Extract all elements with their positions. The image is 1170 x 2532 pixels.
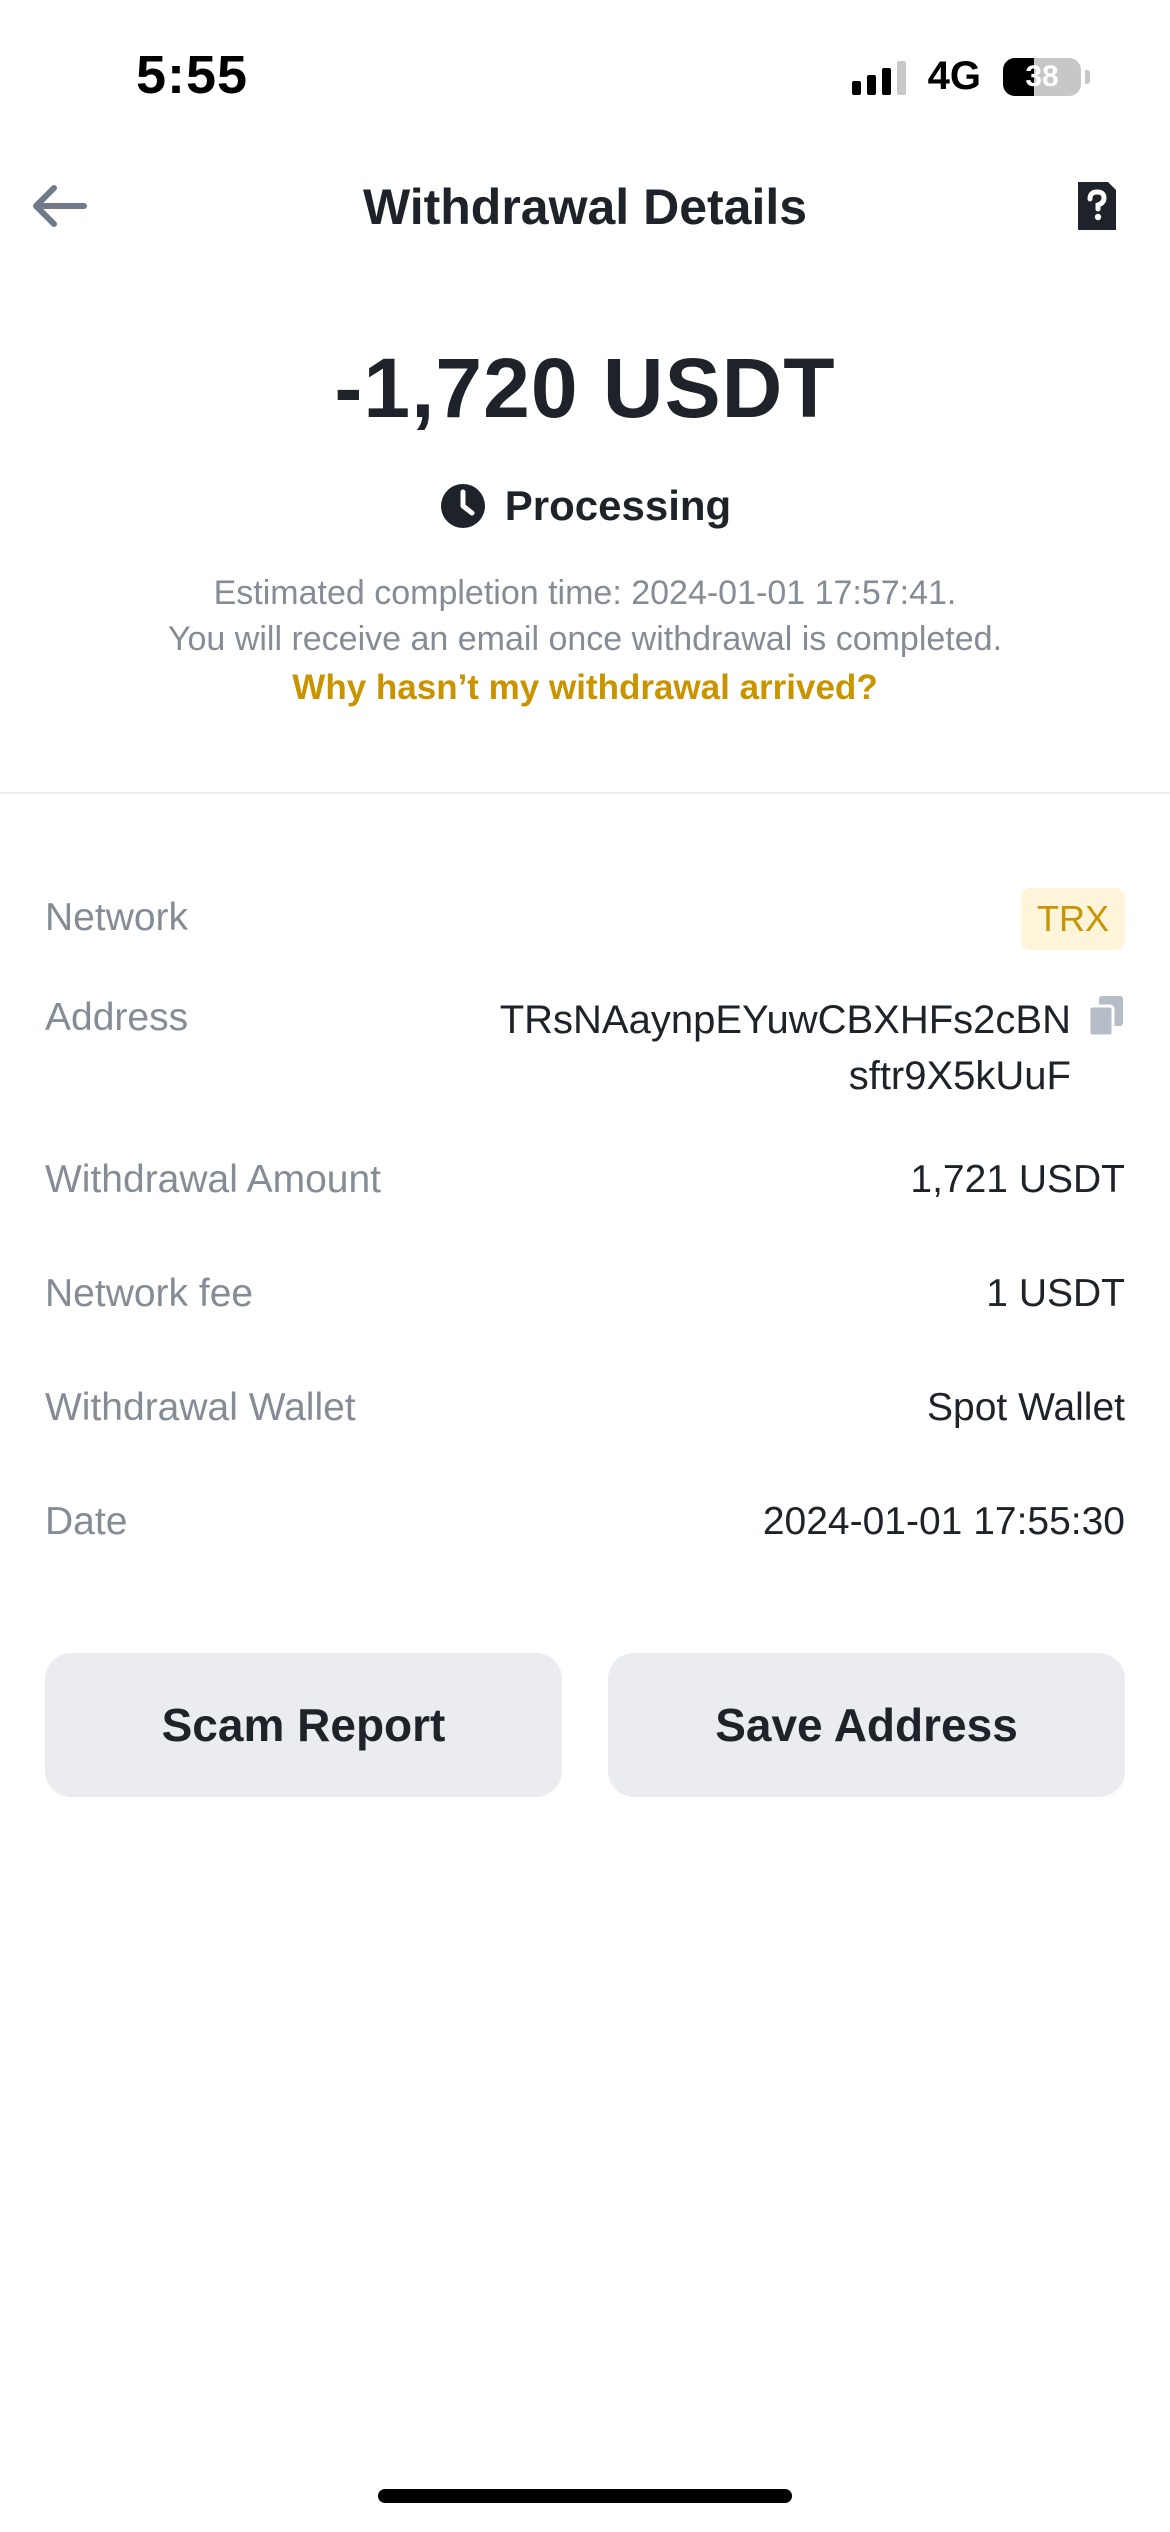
withdrawal-status: Processing <box>0 482 1170 530</box>
help-button[interactable] <box>1072 180 1120 232</box>
cellular-signal-icon <box>851 59 906 95</box>
home-indicator[interactable] <box>378 2489 792 2503</box>
battery-icon: 38 <box>1003 57 1081 96</box>
status-time: 5:55 <box>136 45 249 105</box>
address-label: Address <box>45 996 189 1039</box>
detail-row-withdrawal-wallet: Withdrawal Wallet Spot Wallet <box>45 1386 1125 1430</box>
battery-percent: 38 <box>1025 59 1059 93</box>
status-indicators: 4G 38 <box>851 54 1090 99</box>
scam-report-button[interactable]: Scam Report <box>45 1653 562 1797</box>
section-divider <box>0 792 1170 794</box>
why-not-arrived-link[interactable]: Why hasn’t my withdrawal arrived? <box>0 668 1170 708</box>
save-address-button[interactable]: Save Address <box>608 1653 1125 1797</box>
network-fee-label: Network fee <box>45 1272 254 1315</box>
top-nav: Withdrawal Details <box>0 160 1170 250</box>
network-label: Network <box>45 896 189 939</box>
clock-icon <box>440 484 485 528</box>
withdrawal-wallet-label: Withdrawal Wallet <box>45 1386 356 1429</box>
status-bar: 5:55 4G 38 <box>0 0 1170 160</box>
copy-icon[interactable] <box>1087 996 1125 1038</box>
address-value-group: TRsNAaynpEYuwCBXHFs2cBN sftr9X5kUuF <box>471 992 1125 1104</box>
withdrawal-wallet-value: Spot Wallet <box>927 1386 1125 1429</box>
detail-row-address: Address TRsNAaynpEYuwCBXHFs2cBN sftr9X5k… <box>45 992 1125 1104</box>
withdrawal-amount-total: -1,720 USDT <box>334 341 836 435</box>
withdrawal-details-screen: 5:55 4G 38 Withdrawal Details -1,720 USD… <box>0 0 1170 2532</box>
page-title: Withdrawal Details <box>362 179 808 235</box>
status-label: Processing <box>504 482 732 529</box>
email-notice-text: You will receive an email once withdrawa… <box>167 620 1003 658</box>
help-document-icon <box>1078 182 1116 230</box>
withdrawal-amount-label: Withdrawal Amount <box>45 1158 381 1201</box>
address-value: TRsNAaynpEYuwCBXHFs2cBN sftr9X5kUuF <box>471 992 1071 1104</box>
network-type-label: 4G <box>927 54 981 98</box>
date-value: 2024-01-01 17:55:30 <box>762 1500 1125 1543</box>
detail-row-date: Date 2024-01-01 17:55:30 <box>45 1500 1125 1544</box>
date-label: Date <box>45 1500 128 1543</box>
detail-row-network-fee: Network fee 1 USDT <box>45 1272 1125 1316</box>
address-line-1: TRsNAaynpEYuwCBXHFs2cBN <box>499 998 1071 1042</box>
address-line-2: sftr9X5kUuF <box>848 1054 1071 1098</box>
detail-row-network: Network TRX <box>45 888 1125 950</box>
withdrawal-amount-value: 1,721 USDT <box>910 1158 1125 1201</box>
completion-note: Estimated completion time: 2024-01-01 17… <box>40 570 1130 662</box>
detail-row-withdrawal-amount: Withdrawal Amount 1,721 USDT <box>45 1158 1125 1202</box>
completion-time-text: Estimated completion time: 2024-01-01 17… <box>213 574 957 612</box>
network-chip: TRX <box>1021 888 1125 950</box>
battery-cap <box>1085 69 1090 84</box>
network-fee-value: 1 USDT <box>986 1272 1125 1315</box>
